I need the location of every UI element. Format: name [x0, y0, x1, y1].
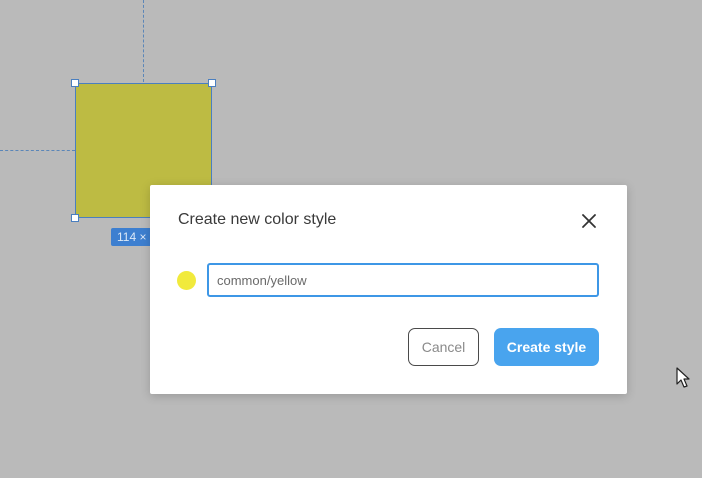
close-button[interactable] [578, 210, 600, 232]
vertical-guide-line [143, 0, 144, 82]
dialog-title: Create new color style [178, 211, 337, 228]
resize-handle-bottom-left[interactable] [71, 214, 79, 222]
pointer-cursor-icon [676, 367, 690, 388]
horizontal-guide-line [0, 150, 75, 151]
resize-handle-top-left[interactable] [71, 79, 79, 87]
style-name-input[interactable] [207, 263, 599, 297]
resize-handle-top-right[interactable] [208, 79, 216, 87]
create-style-button[interactable]: Create style [494, 328, 599, 366]
close-icon [582, 214, 596, 228]
create-color-style-dialog: Create new color style Cancel Create sty… [150, 185, 627, 394]
color-swatch[interactable] [177, 271, 196, 290]
design-canvas[interactable]: 114 × 114 Create new color style Cancel … [0, 0, 702, 478]
cancel-button[interactable]: Cancel [408, 328, 479, 366]
